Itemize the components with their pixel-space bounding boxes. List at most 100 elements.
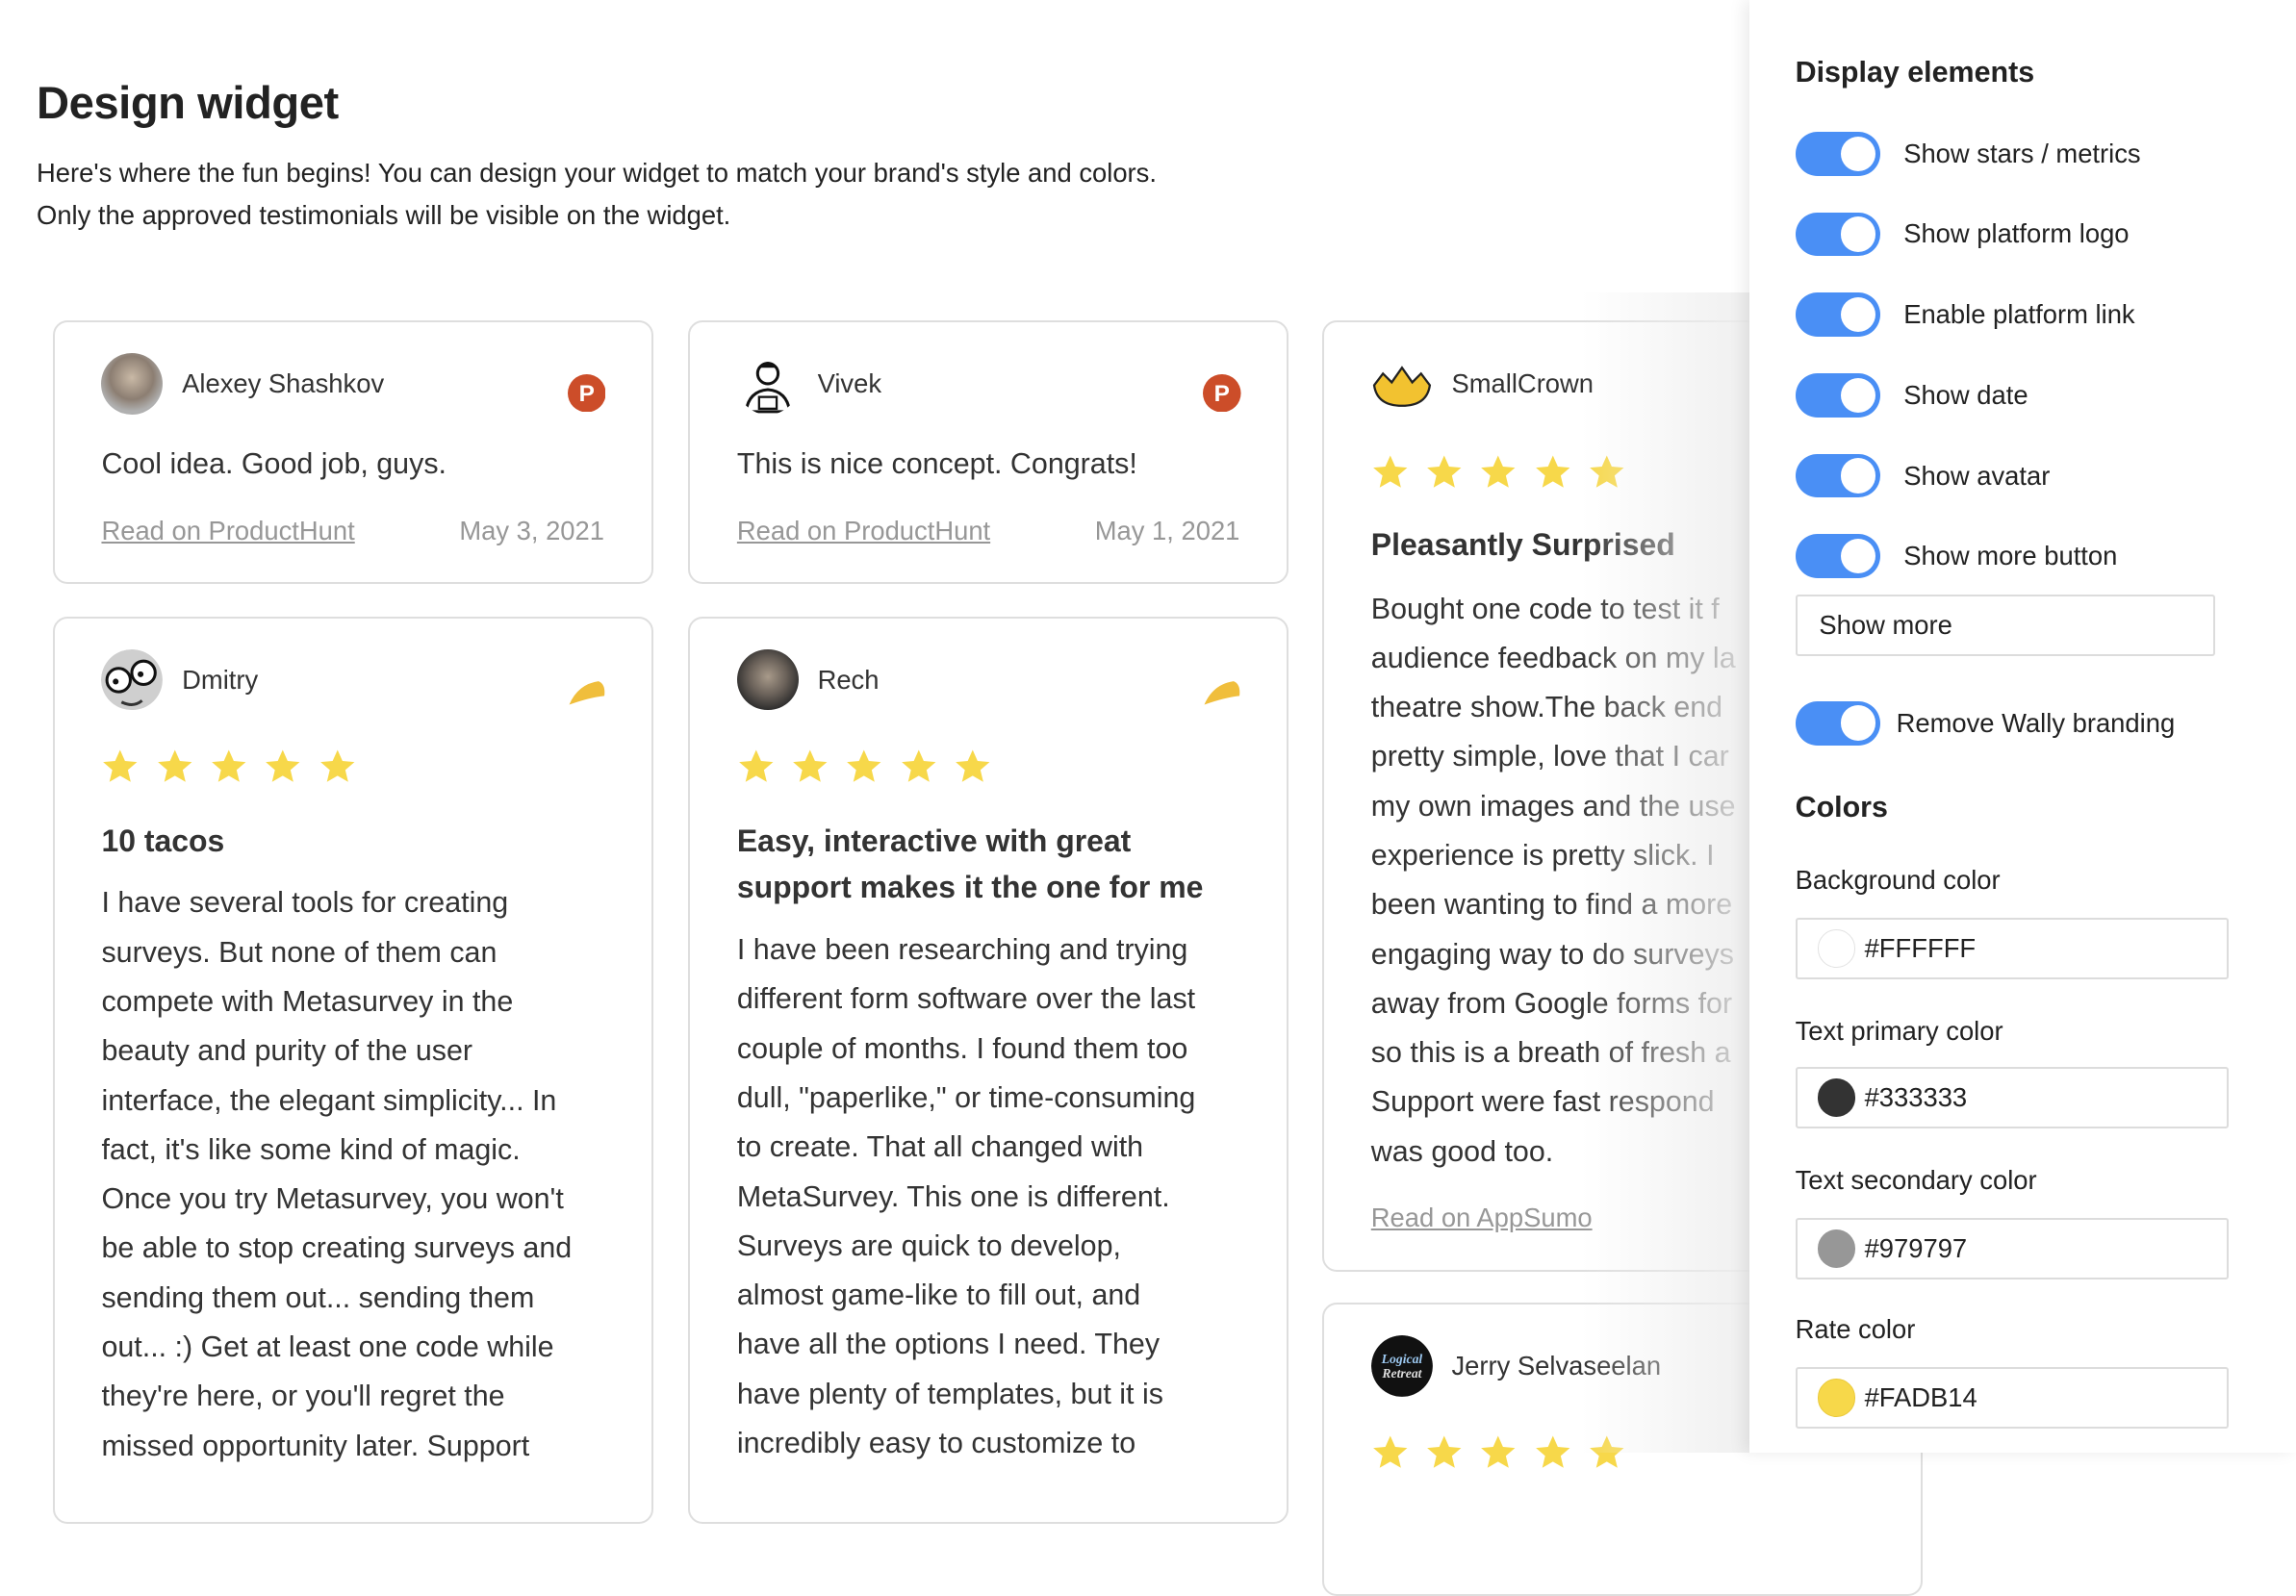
review-title: support makes it the one for me <box>736 870 1204 905</box>
background-color-input[interactable]: #FFFFFF <box>1795 918 2230 979</box>
show-more-value: Show more <box>1819 609 1952 640</box>
star-icon <box>1427 455 1462 488</box>
toggle-show-more-button[interactable]: Show more button <box>1795 534 2118 579</box>
review-text-line: to create. That all changed with <box>736 1130 1144 1164</box>
review-text-line: have all the options I need. They <box>736 1328 1161 1361</box>
toggle-label: Show avatar <box>1903 460 2051 491</box>
toggle-show-platform-logo[interactable]: Show platform logo <box>1795 212 2130 257</box>
testimonial-card: Alexey Shashkov P Cool idea. Good job, g… <box>52 320 653 585</box>
review-text-line: Surveys are quick to develop, <box>736 1229 1121 1262</box>
page-description: Here's where the fun begins! You can des… <box>37 152 1157 237</box>
toggle-show-date[interactable]: Show date <box>1795 373 2028 418</box>
star-icon <box>793 749 828 782</box>
star-icon <box>956 749 990 782</box>
review-text: This is nice concept. Congrats! <box>736 446 1137 480</box>
toggle-label: Show more button <box>1903 541 2118 571</box>
color-label: Text secondary color <box>1795 1165 2037 1196</box>
rate-color-input[interactable]: #FADB14 <box>1795 1367 2230 1430</box>
toggle-show-avatar[interactable]: Show avatar <box>1795 453 2051 498</box>
read-on-link[interactable]: Read on AppSumo <box>1371 1203 1593 1233</box>
toggle-switch[interactable] <box>1795 700 1880 746</box>
reviewer-name: Rech <box>817 664 880 695</box>
review-text-line: compete with Metasurvey in the <box>101 985 514 1019</box>
review-text-line: dull, "paperlike," or time-consuming <box>736 1081 1196 1115</box>
review-text-line: surveys. But none of them can <box>101 935 497 969</box>
review-text-line: out... :) Get at least one code while <box>101 1330 554 1364</box>
star-icon <box>739 749 774 782</box>
avatar <box>736 648 799 711</box>
avatar: LogicalRetreat <box>1370 1335 1433 1398</box>
color-swatch[interactable] <box>1817 1379 1856 1417</box>
color-value: #979797 <box>1864 1233 1968 1263</box>
review-text: Cool idea. Good job, guys. <box>101 446 446 480</box>
color-label: Rate color <box>1795 1314 1916 1345</box>
reviewer-name: SmallCrown <box>1451 368 1594 399</box>
reviewer-name: Jerry Selvaseelan <box>1451 1351 1662 1381</box>
star-icon <box>1427 1435 1462 1468</box>
star-icon <box>1590 455 1624 488</box>
appsumo-icon[interactable] <box>1203 670 1241 708</box>
toggle-show-stars[interactable]: Show stars / metrics <box>1795 131 2141 176</box>
star-icon <box>1590 1435 1624 1468</box>
star-icon <box>157 749 192 782</box>
testimonial-card: Dmitry 10 tacos I have several tools for… <box>52 616 653 1525</box>
svg-text:P: P <box>1214 381 1230 407</box>
reviewer-name: Alexey Shashkov <box>182 368 385 399</box>
producthunt-icon[interactable]: P <box>567 373 606 413</box>
toggle-switch[interactable] <box>1795 292 1880 337</box>
review-date: May 1, 2021 <box>1094 516 1240 546</box>
star-rating <box>101 747 356 786</box>
star-icon <box>1481 455 1516 488</box>
star-icon <box>212 749 246 782</box>
toggle-switch[interactable] <box>1795 131 1880 176</box>
review-text-line: they're here, or you'll regret the <box>101 1380 505 1413</box>
page-title: Design widget <box>37 77 339 129</box>
toggle-switch[interactable] <box>1795 534 1880 579</box>
color-label: Text primary color <box>1795 1016 2003 1047</box>
review-text-line: incredibly easy to customize to <box>736 1426 1136 1459</box>
review-text-line: sending them out... sending them <box>101 1280 535 1314</box>
color-swatch[interactable] <box>1817 929 1856 968</box>
star-icon <box>1535 455 1570 488</box>
review-date: May 3, 2021 <box>459 516 604 546</box>
color-label: Background color <box>1795 865 2001 896</box>
toggle-switch[interactable] <box>1795 212 1880 257</box>
description-line: Here's where the fun begins! You can des… <box>37 158 1157 189</box>
svg-text:Retreat: Retreat <box>1381 1366 1422 1381</box>
star-rating <box>737 747 992 786</box>
toggle-remove-branding[interactable]: Remove Wally branding <box>1795 700 2176 746</box>
color-swatch[interactable] <box>1817 1229 1856 1268</box>
star-icon <box>847 749 881 782</box>
toggle-label: Remove Wally branding <box>1896 707 2176 738</box>
color-value: #FFFFFF <box>1864 933 1977 964</box>
star-icon <box>1372 455 1408 488</box>
settings-panel: Display elements Show stars / metrics Sh… <box>1749 0 2296 1453</box>
toggle-switch[interactable] <box>1795 453 1880 498</box>
description-line: Only the approved testimonials will be v… <box>37 200 731 231</box>
producthunt-icon[interactable]: P <box>1203 373 1241 413</box>
review-text-line: I have been researching and trying <box>736 933 1188 967</box>
toggle-switch[interactable] <box>1795 373 1880 418</box>
star-rating <box>1371 1433 1626 1472</box>
read-on-link[interactable]: Read on ProductHunt <box>101 516 354 546</box>
toggle-enable-platform-link[interactable]: Enable platform link <box>1795 292 2135 337</box>
review-title: Pleasantly Surprised <box>1370 527 1675 563</box>
review-text-line: interface, the elegant simplicity... In <box>101 1083 557 1117</box>
review-text-line: couple of months. I found them too <box>736 1031 1188 1065</box>
text-primary-color-input[interactable]: #333333 <box>1795 1067 2230 1129</box>
svg-text:Logical: Logical <box>1380 1352 1422 1366</box>
review-title: 10 tacos <box>101 823 225 858</box>
star-icon <box>1535 1435 1570 1468</box>
toggle-label: Enable platform link <box>1903 299 2135 330</box>
appsumo-icon[interactable] <box>568 670 606 708</box>
review-text-line: have plenty of templates, but it is <box>736 1377 1163 1410</box>
review-text-line: MetaSurvey. This one is different. <box>736 1179 1170 1213</box>
read-on-link[interactable]: Read on ProductHunt <box>737 516 990 546</box>
toggle-label: Show platform logo <box>1903 218 2130 249</box>
show-more-text-input[interactable]: Show more <box>1795 594 2216 656</box>
reviewer-name: Dmitry <box>182 664 259 695</box>
color-swatch[interactable] <box>1817 1078 1856 1118</box>
display-elements-heading: Display elements <box>1795 55 2035 89</box>
star-icon <box>103 749 138 782</box>
text-secondary-color-input[interactable]: #979797 <box>1795 1218 2230 1279</box>
